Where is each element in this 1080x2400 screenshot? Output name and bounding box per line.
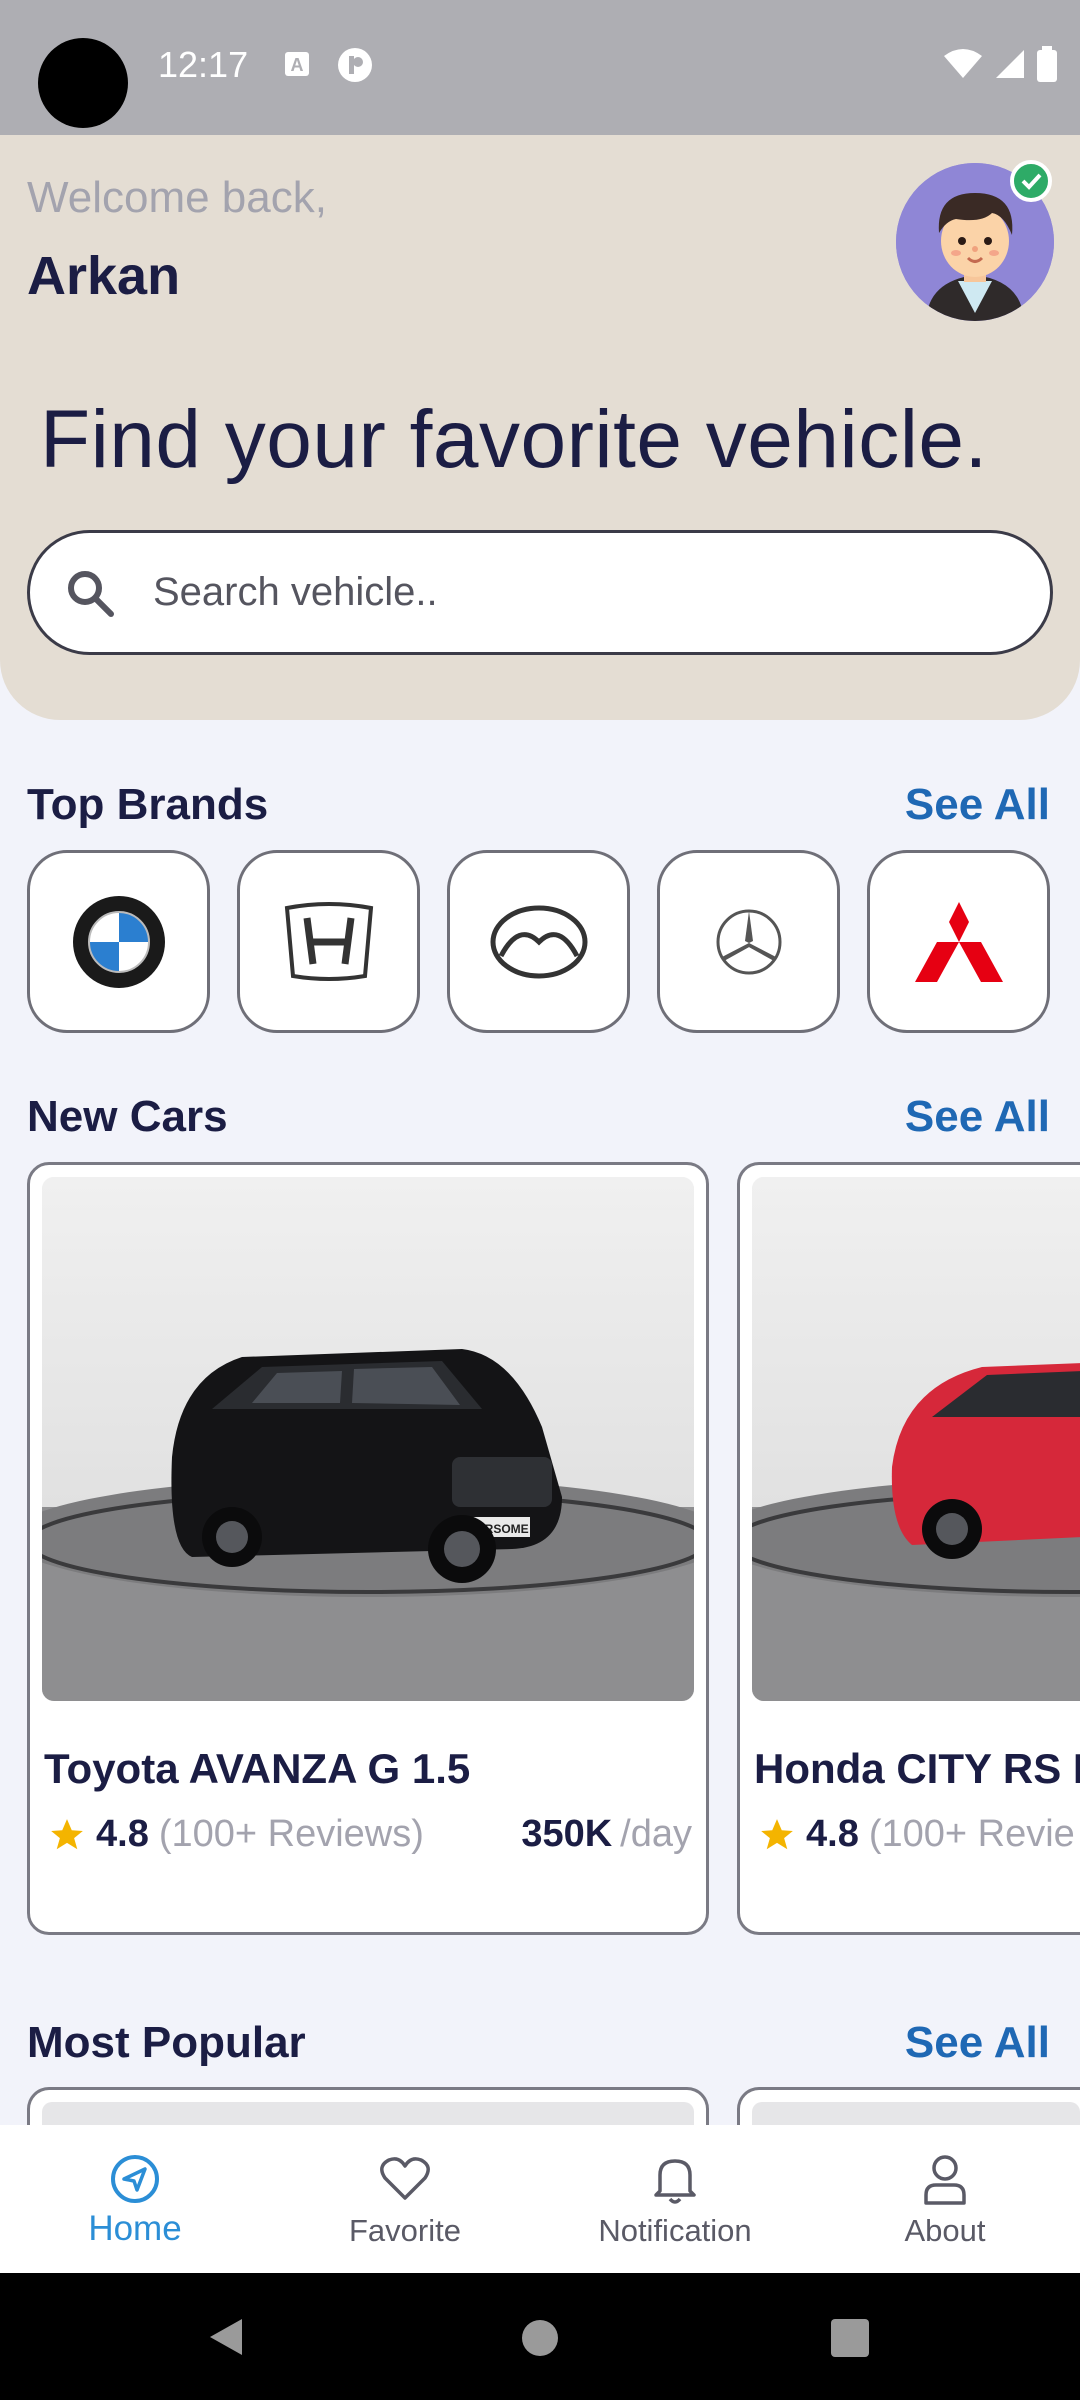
- car-card[interactable]: Honda CITY RS H 4.8 (100+ Revie: [737, 1162, 1080, 1935]
- price-value: 350K: [521, 1813, 613, 1855]
- car-name: Toyota AVANZA G 1.5: [44, 1745, 471, 1792]
- top-brands-see-all-link[interactable]: See All: [905, 780, 1050, 830]
- mitsubishi-logo-icon: [914, 901, 1003, 982]
- battery-icon: [1037, 46, 1057, 82]
- bmw-logo-icon: [72, 895, 165, 988]
- back-icon[interactable]: [206, 2317, 246, 2357]
- wifi-icon: [944, 49, 982, 78]
- brand-mitsubishi-button[interactable]: [867, 850, 1050, 1033]
- status-time: 12:17: [158, 44, 249, 85]
- rating-row: 4.8 (100+ Revie: [758, 1813, 1075, 1856]
- nav-about[interactable]: About: [810, 2125, 1080, 2273]
- mercedes-logo-icon: [716, 909, 781, 974]
- most-popular-see-all-link[interactable]: See All: [905, 2018, 1050, 2068]
- rating-value: 4.8: [806, 1813, 859, 1855]
- nav-label: Home: [88, 2209, 182, 2248]
- bottom-navigation: Home Favorite Notification About: [0, 2125, 1080, 2273]
- search-icon: [68, 571, 114, 617]
- review-count: (100+ Revie: [868, 1813, 1075, 1855]
- brand-honda-button[interactable]: [237, 850, 420, 1033]
- rating-row: 4.8 (100+ Reviews): [48, 1813, 424, 1856]
- welcome-text: Welcome back,: [27, 173, 327, 222]
- car-photo: [752, 1177, 1080, 1701]
- nav-notification[interactable]: Notification: [540, 2125, 810, 2273]
- page-headline: Find your favorite vehicle.: [40, 394, 988, 485]
- nav-label: Notification: [598, 2213, 752, 2248]
- heart-icon: [380, 2157, 430, 2200]
- signal-icon: [996, 50, 1024, 78]
- brand-mercedes-button[interactable]: [657, 850, 840, 1033]
- price-unit: /day: [620, 1813, 692, 1855]
- star-icon: [51, 1818, 83, 1849]
- rating-value: 4.8: [96, 1813, 149, 1855]
- new-cars-title: New Cars: [27, 1092, 228, 1141]
- camera-cutout: [38, 38, 128, 128]
- nav-label: Favorite: [349, 2213, 461, 2248]
- brand-mazda-button[interactable]: [447, 850, 630, 1033]
- verified-badge-icon: [1010, 160, 1052, 202]
- search-input[interactable]: [153, 533, 1013, 652]
- system-navigation-bar: [0, 2273, 1080, 2400]
- app-notification-icon: [338, 48, 372, 82]
- person-icon: [924, 2155, 966, 2205]
- car-photo: CARSOME: [42, 1177, 694, 1701]
- username: Arkan: [27, 246, 181, 306]
- most-popular-title: Most Popular: [27, 2018, 306, 2067]
- bell-icon: [654, 2159, 696, 2204]
- search-bar[interactable]: [27, 530, 1053, 655]
- car-card[interactable]: CARSOME Toyota AVANZA G 1.5 4.8 (100+ Re…: [27, 1162, 709, 1935]
- new-cars-see-all-link[interactable]: See All: [905, 1092, 1050, 1142]
- honda-logo-icon: [284, 901, 373, 981]
- nav-label: About: [904, 2213, 986, 2248]
- price: 350K/day: [521, 1813, 692, 1856]
- top-brands-title: Top Brands: [27, 780, 269, 829]
- mazda-logo-icon: [490, 905, 587, 978]
- home-circle-icon[interactable]: [520, 2318, 560, 2358]
- car-name: Honda CITY RS H: [754, 1745, 1080, 1792]
- brand-bmw-button[interactable]: [27, 850, 210, 1033]
- svg-text:A: A: [291, 55, 304, 75]
- header-panel: Welcome back, Arkan Find your favorite v…: [0, 135, 1080, 720]
- navigation-arrow-icon: [111, 2155, 159, 2203]
- status-bar: 12:17 A: [0, 0, 1080, 135]
- nav-home[interactable]: Home: [0, 2125, 270, 2273]
- star-icon: [761, 1818, 793, 1849]
- recents-icon[interactable]: [830, 2318, 870, 2358]
- status-right-icons: [942, 46, 1058, 82]
- review-count: (100+ Reviews): [158, 1813, 424, 1855]
- nav-favorite[interactable]: Favorite: [270, 2125, 540, 2273]
- keyboard-notification-icon: A: [285, 52, 309, 76]
